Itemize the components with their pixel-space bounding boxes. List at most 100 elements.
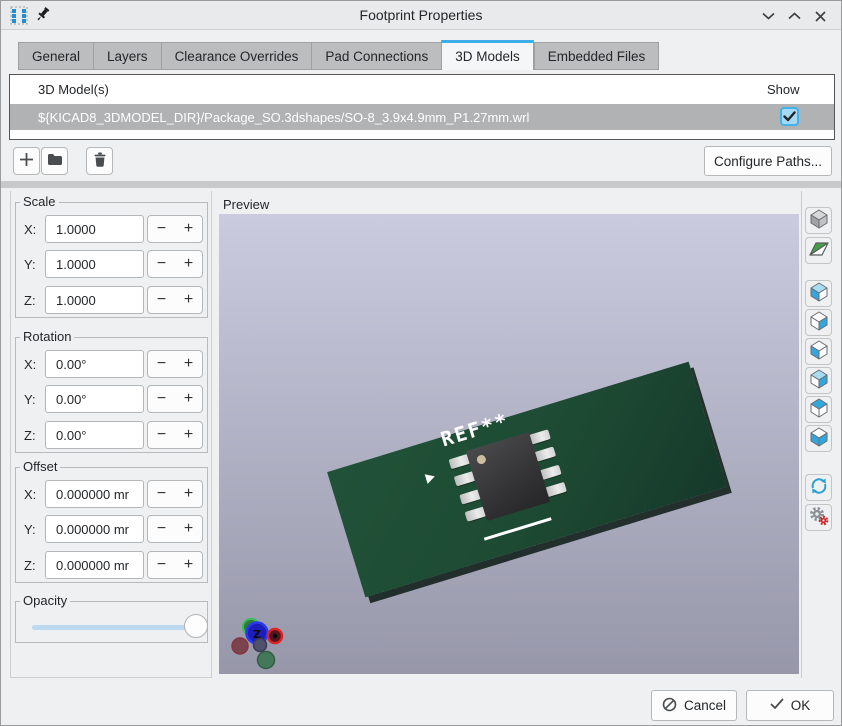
rotation-z-input[interactable]: 0.00° <box>45 421 144 449</box>
model-path[interactable]: ${KICAD8_3DMODEL_DIR}/Package_SO.3dshape… <box>38 110 529 125</box>
minimize-icon[interactable] <box>757 5 779 27</box>
offset-y-stepper: − + <box>147 515 203 543</box>
minus-icon[interactable]: − <box>148 216 175 242</box>
footprint-properties-dialog: Footprint Properties General Layers Clea… <box>0 0 842 726</box>
view-front-cube-icon <box>808 339 830 364</box>
minus-icon[interactable]: − <box>148 351 175 377</box>
preview-toolbar-separator <box>801 191 802 678</box>
refresh-icon <box>809 476 829 499</box>
view-top-button[interactable] <box>805 396 832 423</box>
plus-icon <box>19 152 34 170</box>
plus-icon[interactable]: + <box>175 251 202 277</box>
offset-y-label: Y: <box>24 522 46 537</box>
scale-x-stepper: − + <box>147 215 203 243</box>
maximize-icon[interactable] <box>783 5 805 27</box>
rotation-y-stepper: − + <box>147 385 203 413</box>
board-body-icon <box>808 238 830 263</box>
splitter-handle[interactable] <box>1 181 841 188</box>
scale-x-input[interactable]: 1.0000 <box>45 215 144 243</box>
window-title: Footprint Properties <box>1 7 841 23</box>
view-back-button[interactable] <box>805 367 832 394</box>
offset-x-label: X: <box>24 487 46 502</box>
model-table-header: 3D Model(s) Show <box>10 75 834 104</box>
minus-icon[interactable]: − <box>148 516 175 542</box>
offset-z-input[interactable]: 0.000000 mr <box>45 551 144 579</box>
plus-icon[interactable]: + <box>175 386 202 412</box>
plus-icon[interactable]: + <box>175 216 202 242</box>
preview-viewport[interactable]: REF** Z <box>219 214 799 674</box>
view-bottom-cube-icon <box>808 426 830 451</box>
scale-y-stepper: − + <box>147 250 203 278</box>
tab-layers[interactable]: Layers <box>93 42 161 70</box>
plus-icon[interactable]: + <box>175 516 202 542</box>
minus-icon[interactable]: − <box>148 287 175 313</box>
model-table: 3D Model(s) Show ${KICAD8_3DMODEL_DIR}/P… <box>9 74 835 140</box>
offset-x-stepper: − + <box>147 480 203 508</box>
tab-embedded-files[interactable]: Embedded Files <box>534 42 660 70</box>
view-bottom-button[interactable] <box>805 425 832 452</box>
ok-label: OK <box>791 698 811 713</box>
plus-icon[interactable]: + <box>175 351 202 377</box>
opacity-group-title: Opacity <box>20 593 70 608</box>
preview-settings-button[interactable] <box>805 504 832 531</box>
reload-model-button[interactable] <box>805 474 832 501</box>
model-table-row[interactable]: ${KICAD8_3DMODEL_DIR}/Package_SO.3dshape… <box>10 104 834 130</box>
ok-button[interactable]: OK <box>746 690 834 721</box>
tab-bar: General Layers Clearance Overrides Pad C… <box>18 42 659 70</box>
offset-group: Offset X: 0.000000 mr − + Y: 0.000000 mr… <box>15 467 208 583</box>
view-left-button[interactable] <box>805 280 832 307</box>
offset-z-label: Z: <box>24 558 46 573</box>
projection-toggle-button[interactable] <box>805 207 832 234</box>
cancel-icon <box>662 697 677 715</box>
rotation-y-label: Y: <box>24 392 46 407</box>
tab-clearance-overrides[interactable]: Clearance Overrides <box>161 42 312 70</box>
plus-icon[interactable]: + <box>175 287 202 313</box>
view-top-cube-icon <box>808 397 830 422</box>
minus-icon[interactable]: − <box>148 422 175 448</box>
minus-icon[interactable]: − <box>148 552 175 578</box>
tab-general[interactable]: General <box>18 42 93 70</box>
plus-icon[interactable]: + <box>175 481 202 507</box>
opacity-slider-handle[interactable] <box>184 614 208 638</box>
preview-title: Preview <box>223 197 269 212</box>
view-right-cube-icon <box>808 310 830 335</box>
rotation-x-stepper: − + <box>147 350 203 378</box>
offset-y-input[interactable]: 0.000000 mr <box>45 515 144 543</box>
show-checkbox[interactable] <box>780 107 799 126</box>
scale-y-input[interactable]: 1.0000 <box>45 250 144 278</box>
gears-icon <box>809 506 829 529</box>
scale-z-input[interactable]: 1.0000 <box>45 286 144 314</box>
plus-icon[interactable]: + <box>175 552 202 578</box>
trash-icon <box>93 152 107 170</box>
browse-model-button[interactable] <box>41 147 68 175</box>
offset-x-input[interactable]: 0.000000 mr <box>45 480 144 508</box>
delete-model-button[interactable] <box>86 147 113 175</box>
rotation-group-title: Rotation <box>20 329 74 344</box>
view-right-button[interactable] <box>805 309 832 336</box>
view-left-cube-icon <box>808 281 830 306</box>
rotation-x-input[interactable]: 0.00° <box>45 350 144 378</box>
axis-orientation-gizmo[interactable]: Z <box>227 614 297 670</box>
plus-icon[interactable]: + <box>175 422 202 448</box>
rotation-y-input[interactable]: 0.00° <box>45 385 144 413</box>
scale-z-stepper: − + <box>147 286 203 314</box>
scale-group-title: Scale <box>20 194 59 209</box>
configure-paths-button[interactable]: Configure Paths... <box>704 146 832 176</box>
title-bar[interactable]: Footprint Properties <box>1 1 841 30</box>
minus-icon[interactable]: − <box>148 251 175 277</box>
view-front-button[interactable] <box>805 338 832 365</box>
cancel-label: Cancel <box>684 698 726 713</box>
tab-3d-models[interactable]: 3D Models <box>441 40 534 70</box>
opacity-slider-track[interactable] <box>32 625 202 630</box>
add-model-button[interactable] <box>13 147 40 175</box>
rotation-z-label: Z: <box>24 428 46 443</box>
minus-icon[interactable]: − <box>148 386 175 412</box>
tab-pad-connections[interactable]: Pad Connections <box>311 42 441 70</box>
minus-icon[interactable]: − <box>148 481 175 507</box>
close-icon[interactable] <box>809 5 831 27</box>
scale-group: Scale X: 1.0000 − + Y: 1.0000 − + Z: 1.0… <box>15 202 208 318</box>
offset-group-title: Offset <box>20 459 60 474</box>
opacity-group: Opacity <box>15 601 208 643</box>
board-body-toggle-button[interactable] <box>805 237 832 264</box>
cancel-button[interactable]: Cancel <box>651 690 737 721</box>
